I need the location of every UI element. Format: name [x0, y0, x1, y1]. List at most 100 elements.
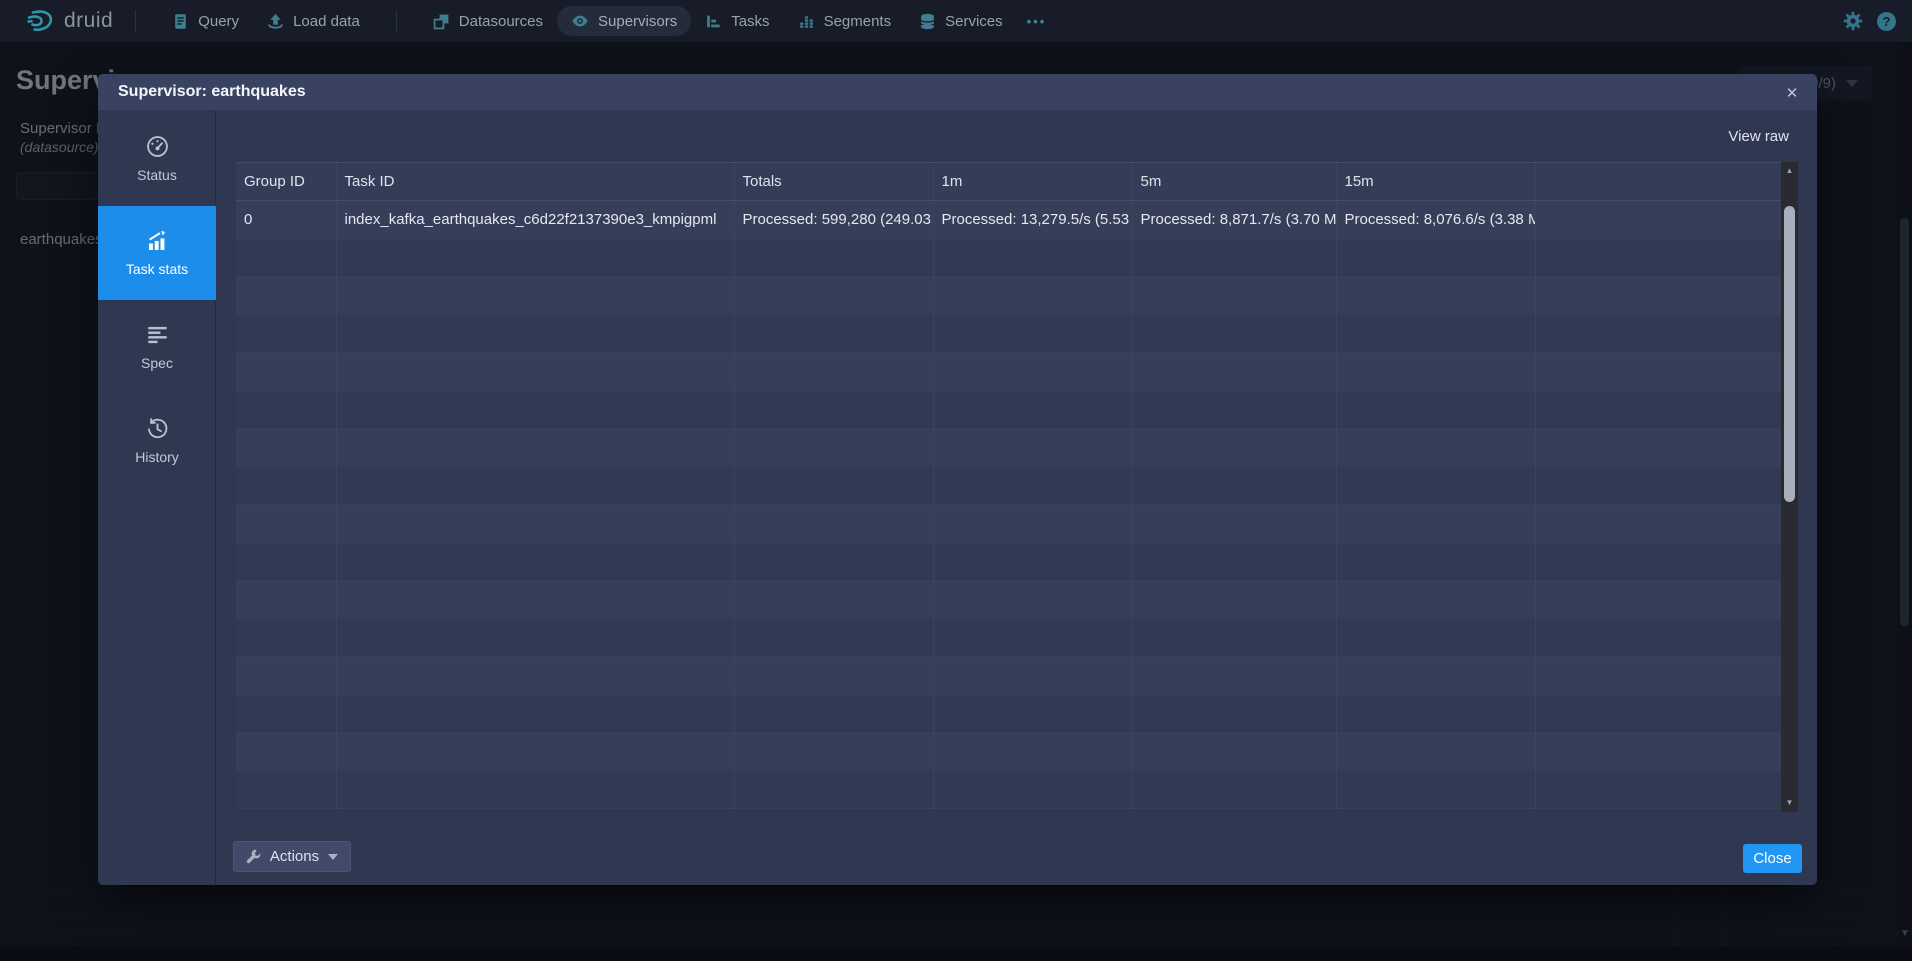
cell-group_id — [236, 277, 336, 315]
cell-m1 — [933, 543, 1132, 581]
cell-m15 — [1336, 391, 1535, 429]
table-row-empty — [236, 467, 1781, 505]
dialog-header: Supervisor: earthquakes ✕ — [98, 74, 1817, 110]
cell-task_id — [336, 429, 734, 467]
dialog-side-tabs: Status Task stats Spec — [98, 110, 216, 885]
tab-status[interactable]: Status — [98, 112, 216, 206]
nav-item-label: Load data — [293, 13, 360, 30]
gear-icon — [1843, 11, 1863, 31]
cell-m1 — [933, 277, 1132, 315]
cell-filler — [1535, 277, 1781, 315]
cell-m5 — [1132, 543, 1336, 581]
cell-m5 — [1132, 733, 1336, 771]
cell-task_id — [336, 505, 734, 543]
cell-group_id: 0 — [236, 201, 336, 239]
close-icon[interactable]: ✕ — [1779, 80, 1805, 106]
cell-totals — [734, 657, 933, 695]
cell-group_id — [236, 695, 336, 733]
column-header-5m[interactable]: 5m — [1132, 163, 1336, 201]
nav-item-segments[interactable]: Segments — [784, 7, 906, 36]
cell-totals — [734, 353, 933, 391]
cell-totals — [734, 239, 933, 277]
table-row-empty — [236, 353, 1781, 391]
cell-m5 — [1132, 505, 1336, 543]
cell-group_id — [236, 543, 336, 581]
nav-item-services[interactable]: Services — [905, 7, 1017, 36]
cell-totals — [734, 581, 933, 619]
cell-task_id — [336, 353, 734, 391]
nav-item-load-data[interactable]: Load data — [253, 7, 374, 36]
cell-m5 — [1132, 657, 1336, 695]
cell-task_id — [336, 733, 734, 771]
cell-filler — [1535, 429, 1781, 467]
cell-group_id — [236, 239, 336, 277]
column-header-group-id[interactable]: Group ID — [236, 163, 336, 201]
actions-button-label: Actions — [270, 848, 319, 865]
cell-m5 — [1132, 239, 1336, 277]
cell-m15: Processed: 8,076.6/s (3.38 MB/s) — [1336, 201, 1535, 239]
tab-history[interactable]: History — [98, 394, 216, 488]
cell-totals — [734, 733, 933, 771]
help-button[interactable]: ? — [1877, 12, 1896, 31]
tab-label: Task stats — [126, 261, 188, 277]
cell-filler — [1535, 771, 1781, 809]
cell-totals — [734, 505, 933, 543]
cell-m15 — [1336, 543, 1535, 581]
druid-logo[interactable]: druid — [26, 8, 113, 34]
tab-label: Status — [137, 167, 177, 183]
nav-divider — [396, 10, 397, 32]
table-scrollbar-thumb[interactable] — [1784, 206, 1795, 502]
view-raw-link[interactable]: View raw — [1728, 128, 1789, 145]
table-row-empty — [236, 505, 1781, 543]
query-icon — [172, 13, 189, 30]
cell-totals — [734, 315, 933, 353]
scroll-up-icon[interactable]: ▲ — [1781, 164, 1798, 178]
table-row-empty — [236, 429, 1781, 467]
table-row[interactable]: 0index_kafka_earthquakes_c6d22f2137390e3… — [236, 201, 1781, 239]
cell-m15 — [1336, 505, 1535, 543]
cell-m1: Processed: 13,279.5/s (5.53 MB/s) — [933, 201, 1132, 239]
cell-group_id — [236, 353, 336, 391]
actions-button[interactable]: Actions — [233, 841, 351, 872]
supervisors-icon — [571, 12, 589, 30]
more-icon: ••• — [1027, 14, 1047, 29]
cell-m15 — [1336, 733, 1535, 771]
nav-item-supervisors[interactable]: Supervisors — [557, 6, 691, 36]
column-header-1m[interactable]: 1m — [933, 163, 1132, 201]
nav-item-label: Supervisors — [598, 13, 677, 30]
column-header-totals[interactable]: Totals — [734, 163, 933, 201]
cell-m15 — [1336, 467, 1535, 505]
settings-button[interactable] — [1843, 11, 1863, 31]
cell-m1 — [933, 239, 1132, 277]
cell-m15 — [1336, 619, 1535, 657]
cell-totals — [734, 543, 933, 581]
cell-m15 — [1336, 353, 1535, 391]
table-scrollbar[interactable]: ▲ ▼ — [1781, 162, 1798, 812]
column-header-task-id[interactable]: Task ID — [336, 163, 734, 201]
cell-m5 — [1132, 467, 1336, 505]
nav-item-tasks[interactable]: Tasks — [691, 7, 783, 36]
cell-totals — [734, 619, 933, 657]
cell-filler — [1535, 619, 1781, 657]
cell-task_id — [336, 543, 734, 581]
tab-spec[interactable]: Spec — [98, 300, 216, 394]
cell-m1 — [933, 467, 1132, 505]
cell-task_id: index_kafka_earthquakes_c6d22f2137390e3_… — [336, 201, 734, 239]
cell-m5: Processed: 8,871.7/s (3.70 MB/s) — [1132, 201, 1336, 239]
nav-item-label: Query — [198, 13, 239, 30]
close-button[interactable]: Close — [1743, 844, 1802, 873]
chevron-down-icon — [328, 854, 338, 860]
nav-item-datasources[interactable]: Datasources — [419, 7, 557, 36]
cell-m5 — [1132, 619, 1336, 657]
cell-totals — [734, 467, 933, 505]
scroll-down-icon[interactable]: ▼ — [1781, 796, 1798, 810]
tab-label: History — [135, 449, 179, 465]
cell-m1 — [933, 581, 1132, 619]
more-menu-button[interactable]: ••• — [1017, 8, 1057, 35]
cell-m1 — [933, 315, 1132, 353]
cell-group_id — [236, 467, 336, 505]
column-header-15m[interactable]: 15m — [1336, 163, 1535, 201]
nav-item-query[interactable]: Query — [158, 7, 253, 36]
cell-group_id — [236, 619, 336, 657]
tab-task-stats[interactable]: Task stats — [98, 206, 216, 300]
